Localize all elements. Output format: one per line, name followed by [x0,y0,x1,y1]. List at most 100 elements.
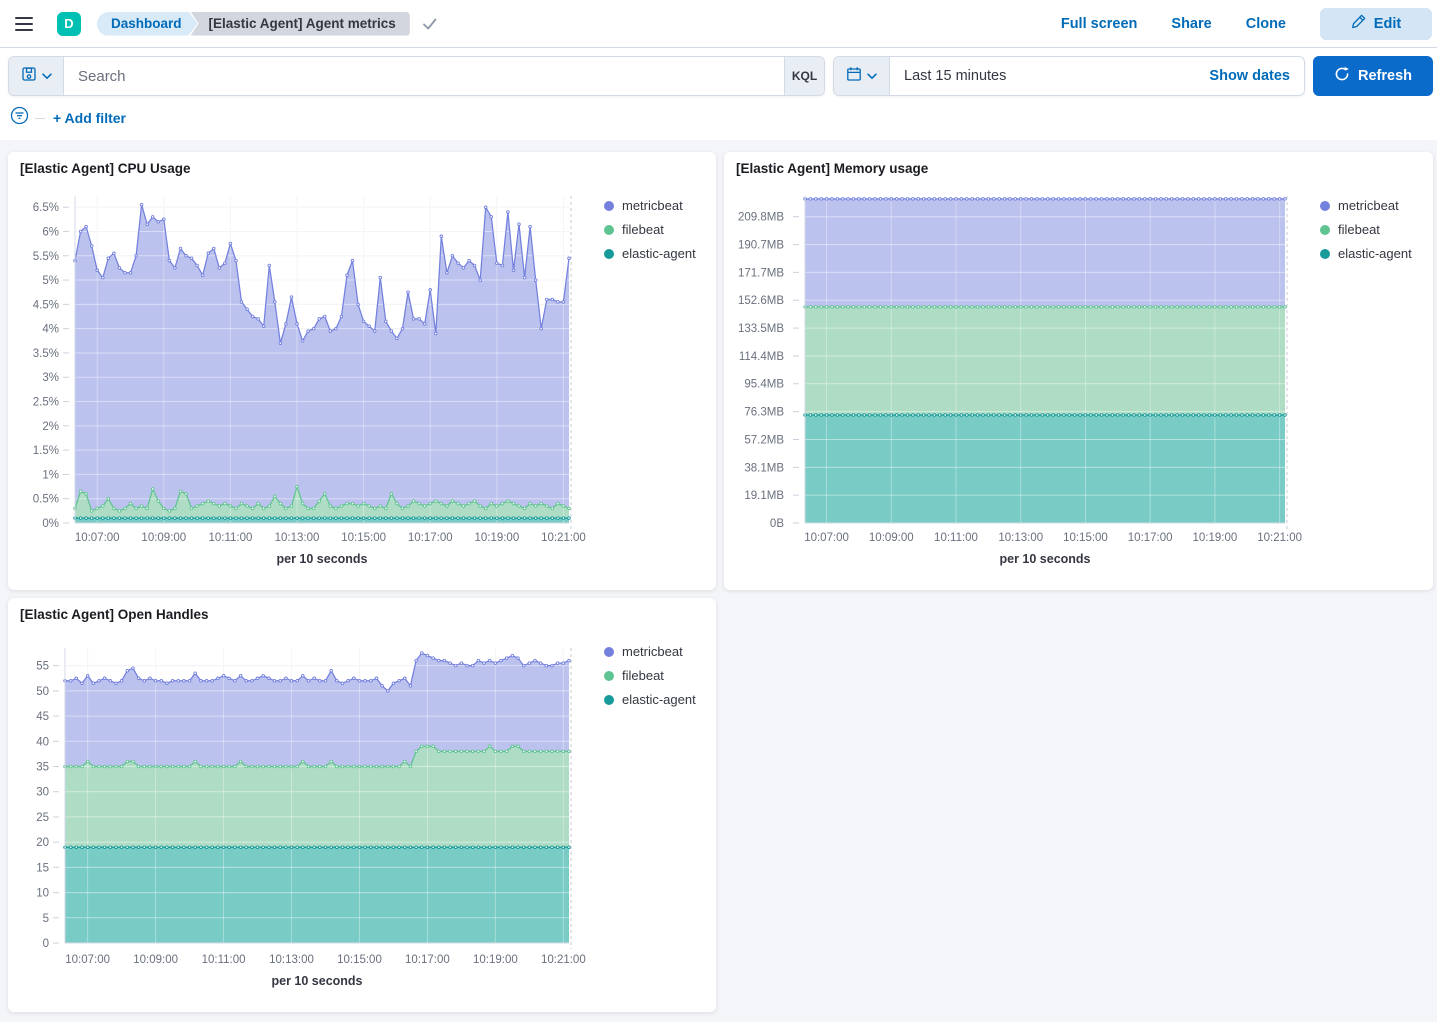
svg-text:10:15:00: 10:15:00 [1063,532,1108,544]
svg-text:95.4MB: 95.4MB [744,379,784,391]
svg-text:2%: 2% [42,421,59,433]
svg-text:per 10 seconds: per 10 seconds [271,974,362,988]
svg-text:10:21:00: 10:21:00 [541,954,586,966]
breadcrumb: Dashboard [Elastic Agent] Agent metrics [97,12,438,36]
svg-text:10:07:00: 10:07:00 [75,532,120,544]
svg-text:152.6MB: 152.6MB [738,295,784,307]
divider [35,118,45,119]
time-range-value[interactable]: Last 15 minutes [890,68,1209,84]
kql-button[interactable]: KQL [784,57,824,95]
svg-text:5%: 5% [42,275,59,287]
svg-text:10:21:00: 10:21:00 [541,532,586,544]
svg-text:0B: 0B [770,518,784,530]
svg-text:3.5%: 3.5% [33,348,59,360]
svg-text:10:07:00: 10:07:00 [65,954,110,966]
calendar-icon [846,66,862,87]
svg-text:6%: 6% [42,226,59,238]
svg-text:5.5%: 5.5% [33,251,59,263]
svg-text:per 10 seconds: per 10 seconds [276,552,367,566]
breadcrumb-dashboard[interactable]: Dashboard [97,12,198,36]
full-screen-link[interactable]: Full screen [1061,16,1138,32]
svg-text:10:21:00: 10:21:00 [1257,532,1302,544]
menu-icon[interactable] [4,0,44,48]
svg-text:45: 45 [36,711,49,723]
svg-text:10:15:00: 10:15:00 [337,954,382,966]
svg-text:10:09:00: 10:09:00 [141,532,186,544]
svg-text:10:17:00: 10:17:00 [405,954,450,966]
breadcrumb-current-page[interactable]: [Elastic Agent] Agent metrics [191,12,410,36]
svg-text:10:17:00: 10:17:00 [1128,532,1173,544]
svg-text:10:19:00: 10:19:00 [474,532,519,544]
svg-text:30: 30 [36,787,49,799]
svg-text:10:11:00: 10:11:00 [208,532,252,544]
svg-text:4.5%: 4.5% [33,299,59,311]
space-avatar[interactable]: D [57,12,81,36]
cpu-chart-canvas[interactable]: 0% 0.5% 1% 1.5% 2% 2.5% 3% 3.5% 4% 4.5% 5% 5.5% 6% 6.… [8,152,708,582]
handles-chart-canvas[interactable]: 051015202530354045505510:07:0010:09:0010… [8,598,708,1006]
saved-query-menu-button[interactable] [9,57,64,95]
svg-text:25: 25 [36,812,49,824]
check-icon [422,17,438,31]
svg-text:10:15:00: 10:15:00 [341,532,386,544]
svg-text:0%: 0% [42,518,59,530]
svg-text:57.2MB: 57.2MB [744,434,784,446]
svg-text:10:19:00: 10:19:00 [1193,532,1238,544]
svg-text:3%: 3% [42,372,59,384]
svg-text:1%: 1% [42,469,59,481]
svg-text:19.1MB: 19.1MB [744,490,784,502]
svg-text:4%: 4% [42,324,59,336]
clone-link[interactable]: Clone [1246,16,1286,32]
svg-text:2.5%: 2.5% [33,397,59,409]
svg-text:38.1MB: 38.1MB [744,462,784,474]
svg-text:133.5MB: 133.5MB [738,323,784,335]
calendar-menu-button[interactable] [834,57,890,95]
date-picker: Last 15 minutes Show dates [833,56,1305,96]
pencil-icon [1351,14,1366,33]
svg-text:10:19:00: 10:19:00 [473,954,518,966]
svg-text:50: 50 [36,686,49,698]
svg-text:10:07:00: 10:07:00 [804,532,849,544]
query-bar: KQL Last 15 minutes Show dates Refresh [8,56,1433,96]
show-dates-link[interactable]: Show dates [1209,68,1304,84]
svg-text:per 10 seconds: per 10 seconds [999,552,1090,566]
svg-text:5: 5 [43,913,49,925]
svg-text:209.8MB: 209.8MB [738,212,784,224]
svg-text:10: 10 [36,888,49,900]
svg-text:6.5%: 6.5% [33,202,59,214]
svg-text:10:09:00: 10:09:00 [869,532,914,544]
svg-text:0: 0 [43,938,49,950]
panel-open-handles: [Elastic Agent] Open Handles metricbeatf… [8,598,716,1012]
chevron-down-icon [867,67,877,85]
svg-text:171.7MB: 171.7MB [738,267,784,279]
svg-text:10:11:00: 10:11:00 [934,532,978,544]
panel-memory-usage: [Elastic Agent] Memory usage metricbeatf… [724,152,1433,590]
svg-text:190.7MB: 190.7MB [738,240,784,252]
svg-text:10:13:00: 10:13:00 [998,532,1043,544]
svg-text:10:13:00: 10:13:00 [269,954,314,966]
search-group: KQL [8,56,825,96]
filter-icon[interactable] [10,106,29,130]
share-link[interactable]: Share [1171,16,1211,32]
svg-text:1.5%: 1.5% [33,445,59,457]
search-input[interactable] [64,57,784,95]
chevron-down-icon [42,67,52,85]
svg-text:10:11:00: 10:11:00 [202,954,246,966]
svg-text:10:13:00: 10:13:00 [275,532,320,544]
memory-chart-canvas[interactable]: 0B 19.1MB 38.1MB 57.2MB 76.3MB 95.4MB 114.4MB 1… [724,152,1429,582]
panel-cpu-usage: [Elastic Agent] CPU Usage metricbeatfile… [8,152,716,590]
svg-text:15: 15 [36,862,49,874]
svg-text:40: 40 [36,736,49,748]
refresh-icon [1334,66,1350,86]
svg-text:0.5%: 0.5% [33,494,59,506]
add-filter-button[interactable]: + Add filter [53,110,126,126]
svg-text:35: 35 [36,762,49,774]
refresh-button[interactable]: Refresh [1313,56,1433,96]
svg-text:114.4MB: 114.4MB [739,351,785,363]
svg-text:76.3MB: 76.3MB [744,407,784,419]
edit-button[interactable]: Edit [1320,8,1432,40]
svg-text:10:09:00: 10:09:00 [133,954,178,966]
edit-button-label: Edit [1374,16,1401,32]
svg-text:10:17:00: 10:17:00 [408,532,453,544]
refresh-button-label: Refresh [1358,68,1412,84]
filter-bar: + Add filter [10,106,126,130]
